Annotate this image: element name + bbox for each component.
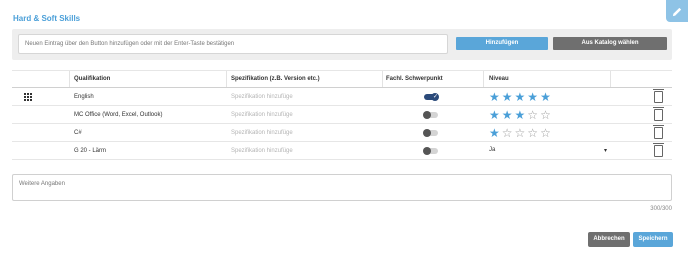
pencil-icon: [672, 7, 681, 16]
edit-corner-button[interactable]: [666, 0, 688, 22]
star-icon[interactable]: ★: [515, 91, 526, 103]
star-icon[interactable]: ★: [502, 109, 513, 121]
table-header: Qualifikation Spezifikation (z.B. Versio…: [12, 70, 672, 88]
qualification-cell: C#: [74, 129, 82, 136]
section-title: Hard & Soft Skills: [13, 14, 81, 23]
focus-toggle[interactable]: [423, 106, 438, 123]
trash-icon: [653, 106, 664, 121]
star-outline-icon[interactable]: ☆: [515, 127, 526, 139]
star-outline-icon[interactable]: ☆: [527, 127, 538, 139]
specification-input[interactable]: Spezifikation hinzufüge: [231, 88, 293, 105]
header-qualification: Qualifikation: [74, 76, 111, 82]
star-icon[interactable]: ★: [502, 91, 513, 103]
table-row: MC Office (Word, Excel, Outlook) Spezifi…: [12, 106, 672, 124]
caret-down-icon: ▾: [603, 148, 607, 154]
qualification-cell: G 20 - Lärm: [74, 147, 107, 154]
star-icon[interactable]: ★: [489, 91, 500, 103]
level-stars[interactable]: ★ ★ ★ ☆ ☆: [489, 106, 551, 123]
catalog-button[interactable]: Aus Katalog wählen: [553, 37, 667, 50]
further-details-textarea[interactable]: Weitere Angaben: [12, 174, 672, 201]
star-icon[interactable]: ★: [489, 109, 500, 121]
header-level: Niveau: [489, 76, 509, 82]
specification-input[interactable]: Spezifikation hinzufüge: [231, 142, 293, 159]
delete-button[interactable]: [653, 142, 664, 159]
level-stars[interactable]: ★ ★ ★ ★ ★: [489, 88, 551, 105]
new-entry-input[interactable]: Neuen Eintrag über den Button hinzufügen…: [18, 34, 448, 54]
specification-input[interactable]: Spezifikation hinzufüge: [231, 106, 293, 123]
delete-button[interactable]: [653, 106, 664, 123]
star-icon[interactable]: ★: [515, 109, 526, 121]
qualification-cell: MC Office (Word, Excel, Outlook): [74, 111, 163, 118]
star-icon[interactable]: ★: [540, 91, 551, 103]
delete-button[interactable]: [653, 88, 664, 105]
save-button[interactable]: Speichern: [633, 232, 673, 247]
star-outline-icon[interactable]: ☆: [540, 109, 551, 121]
specification-input[interactable]: Spezifikation hinzufüge: [231, 124, 293, 141]
table-row: English Spezifikation hinzufüge ★ ★ ★ ★ …: [12, 88, 672, 106]
level-select[interactable]: Ja ▾: [489, 142, 607, 159]
level-select-value: Ja: [489, 147, 496, 153]
star-outline-icon[interactable]: ☆: [502, 127, 513, 139]
trash-icon: [653, 142, 664, 157]
header-specification: Spezifikation (z.B. Version etc.): [231, 76, 320, 82]
delete-button[interactable]: [653, 124, 664, 141]
header-focus: Fachl. Schwerpunkt: [386, 76, 443, 82]
add-button[interactable]: Hinzufügen: [456, 37, 548, 50]
focus-toggle[interactable]: [423, 142, 438, 159]
star-outline-icon[interactable]: ☆: [540, 127, 551, 139]
skills-table: Qualifikation Spezifikation (z.B. Versio…: [12, 70, 672, 160]
drag-handle-icon[interactable]: [24, 93, 32, 101]
level-stars[interactable]: ★ ☆ ☆ ☆ ☆: [489, 124, 551, 141]
star-outline-icon[interactable]: ☆: [527, 109, 538, 121]
star-icon[interactable]: ★: [489, 127, 500, 139]
table-row: C# Spezifikation hinzufüge ★ ☆ ☆ ☆ ☆: [12, 124, 672, 142]
focus-toggle[interactable]: [423, 124, 438, 141]
cancel-button[interactable]: Abbrechen: [588, 232, 630, 247]
char-counter: 300/300: [650, 206, 672, 212]
entry-bar: Neuen Eintrag über den Button hinzufügen…: [12, 29, 672, 60]
trash-icon: [653, 88, 664, 103]
star-icon[interactable]: ★: [527, 91, 538, 103]
qualification-cell: English: [74, 93, 94, 100]
focus-toggle[interactable]: [424, 88, 439, 105]
trash-icon: [653, 124, 664, 139]
table-row: G 20 - Lärm Spezifikation hinzufüge Ja ▾: [12, 142, 672, 160]
